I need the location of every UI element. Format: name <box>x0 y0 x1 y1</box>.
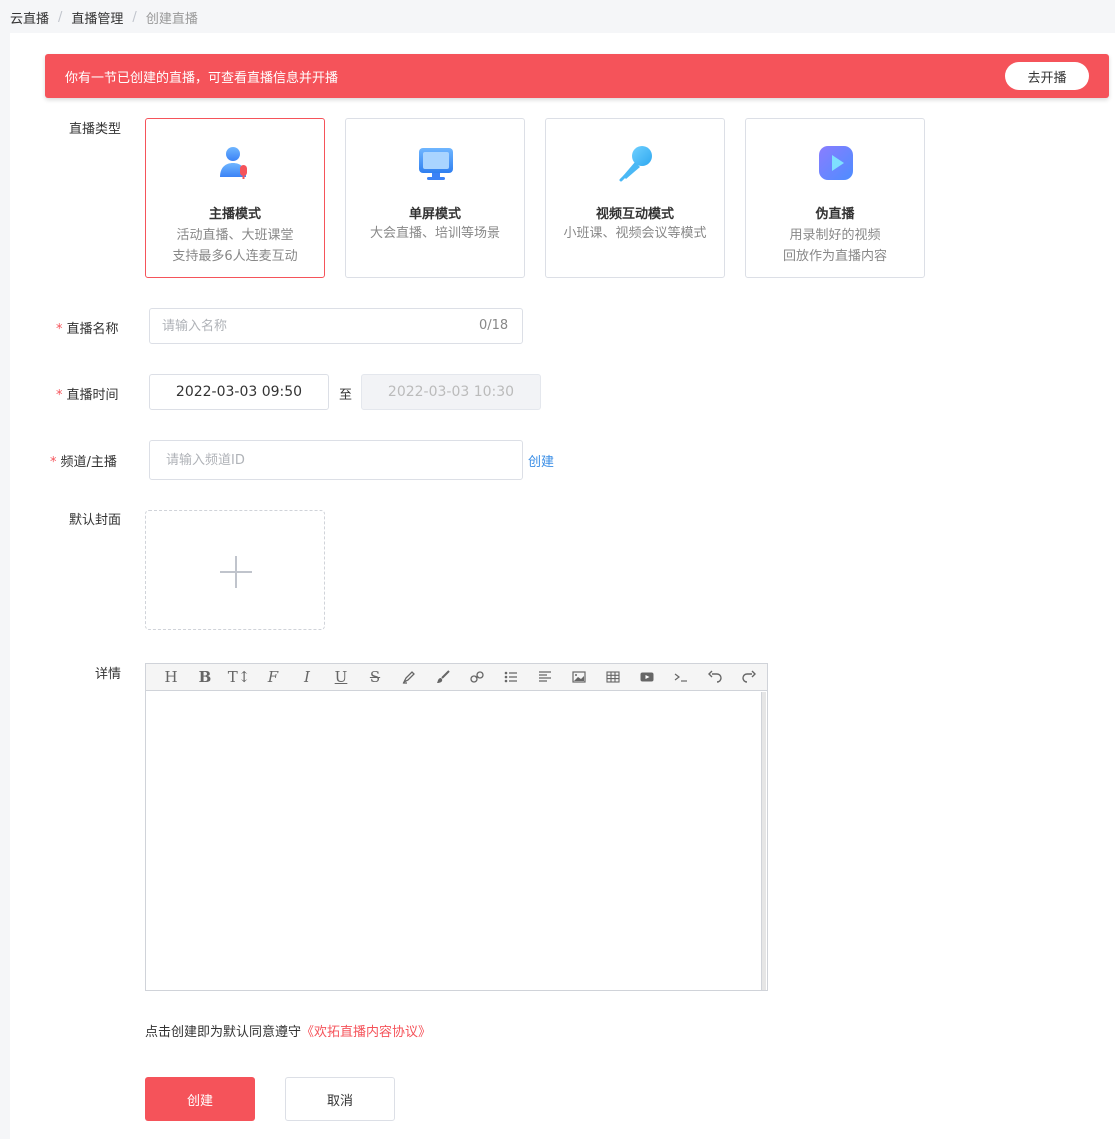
type-desc-line: 回放作为直播内容 <box>782 249 887 264</box>
channel-id-input[interactable] <box>149 440 523 480</box>
type-card-single-screen[interactable]: 单屏模式 大会直播、培训等场景 <box>345 118 525 278</box>
plus-icon <box>235 556 237 588</box>
name-char-counter: 0/18 <box>479 318 509 333</box>
agreement-prefix: 点击创建即为默认同意遵守 <box>145 1025 302 1040</box>
create-channel-link[interactable]: 创建 <box>528 451 554 470</box>
bulleted-list-icon[interactable] <box>494 664 528 690</box>
table-icon[interactable] <box>596 664 630 690</box>
breadcrumb-item-live-management[interactable]: 直播管理 <box>71 8 123 27</box>
bold-icon[interactable]: B <box>188 664 222 690</box>
image-icon[interactable] <box>562 664 596 690</box>
cover-label: 默认封面 <box>69 513 122 528</box>
type-card-video-interactive[interactable]: 视频互动模式 小班课、视频会议等模式 <box>545 118 725 278</box>
create-button[interactable]: 创建 <box>145 1077 255 1121</box>
live-name-label-text: 直播名称 <box>66 322 119 337</box>
type-desc: 用录制好的视频 回放作为直播内容 <box>746 225 924 267</box>
type-desc-line: 大会直播、培训等场景 <box>369 226 500 241</box>
live-name-input[interactable] <box>149 308 523 344</box>
code-icon[interactable] <box>664 664 698 690</box>
type-desc-line: 支持最多6人连麦互动 <box>172 249 298 264</box>
go-live-button[interactable]: 去开播 <box>1005 62 1089 90</box>
cover-upload[interactable] <box>145 510 325 630</box>
rich-text-editor: H B T↕ F I U S <box>145 663 768 991</box>
breadcrumb-separator: / <box>132 10 137 25</box>
channel-label-text: 频道/主播 <box>60 455 117 470</box>
editor-scrollbar[interactable] <box>761 692 766 990</box>
type-desc-line: 小班课、视频会议等模式 <box>563 226 707 241</box>
type-title: 伪直播 <box>815 207 855 222</box>
agreement-link[interactable]: 《欢拓直播内容协议》 <box>301 1025 431 1040</box>
highlighter-icon[interactable] <box>392 664 426 690</box>
end-time-picker: 2022-03-03 10:30 <box>361 374 541 410</box>
agreement-text: 点击创建即为默认同意遵守《欢拓直播内容协议》 <box>145 1021 431 1040</box>
type-desc: 小班课、视频会议等模式 <box>546 223 724 244</box>
italic-icon[interactable]: I <box>290 664 324 690</box>
strikethrough-icon[interactable]: S <box>358 664 392 690</box>
detail-label: 详情 <box>95 667 122 682</box>
type-title: 主播模式 <box>208 207 261 222</box>
undo-icon[interactable] <box>698 664 732 690</box>
type-desc-line: 活动直播、大班课堂 <box>176 228 294 243</box>
redo-icon[interactable] <box>732 664 766 690</box>
heading-icon[interactable]: H <box>154 664 188 690</box>
video-icon[interactable] <box>630 664 664 690</box>
anchor-person-icon <box>220 147 247 179</box>
editor-toolbar: H B T↕ F I U S <box>146 664 767 691</box>
type-card-pseudo-live[interactable]: 伪直播 用录制好的视频 回放作为直播内容 <box>745 118 925 278</box>
required-mark: * <box>50 455 57 470</box>
font-icon[interactable]: F <box>256 664 290 690</box>
breadcrumb-item-current: 创建直播 <box>145 12 198 27</box>
breadcrumb-item-cloud-live[interactable]: 云直播 <box>10 8 49 27</box>
breadcrumb: 云直播 / 直播管理 / 创建直播 <box>10 8 198 27</box>
required-mark: * <box>56 388 63 403</box>
alert-text: 你有一节已创建的直播，可查看直播信息并开播 <box>65 71 339 86</box>
align-icon[interactable] <box>528 664 562 690</box>
type-title: 单屏模式 <box>408 207 461 222</box>
live-time-label-text: 直播时间 <box>66 388 119 403</box>
underline-icon[interactable]: U <box>324 664 358 690</box>
type-desc-line: 用录制好的视频 <box>789 228 881 243</box>
start-time-picker[interactable]: 2022-03-03 09:50 <box>149 374 329 410</box>
pending-live-alert: 你有一节已创建的直播，可查看直播信息并开播 去开播 <box>45 54 1109 98</box>
live-type-label: 直播类型 <box>69 122 122 137</box>
time-range-to: 至 <box>339 388 353 403</box>
type-desc: 活动直播、大班课堂 支持最多6人连麦互动 <box>146 225 324 267</box>
editor-content-area[interactable] <box>146 692 761 990</box>
microphone-icon <box>619 146 652 182</box>
channel-label: * 频道/主播 <box>50 451 117 470</box>
text-size-icon[interactable]: T↕ <box>222 664 256 690</box>
type-desc: 大会直播、培训等场景 <box>346 223 524 244</box>
type-card-anchor[interactable]: 主播模式 活动直播、大班课堂 支持最多6人连麦互动 <box>145 118 325 278</box>
live-time-label: * 直播时间 <box>56 384 119 403</box>
required-mark: * <box>56 322 63 337</box>
live-name-label: * 直播名称 <box>56 318 119 337</box>
type-title: 视频互动模式 <box>595 207 674 222</box>
monitor-icon <box>419 148 453 180</box>
brush-icon[interactable] <box>426 664 460 690</box>
breadcrumb-separator: / <box>58 10 63 25</box>
cancel-button[interactable]: 取消 <box>285 1077 395 1121</box>
play-video-icon <box>819 146 853 180</box>
link-icon[interactable] <box>460 664 494 690</box>
